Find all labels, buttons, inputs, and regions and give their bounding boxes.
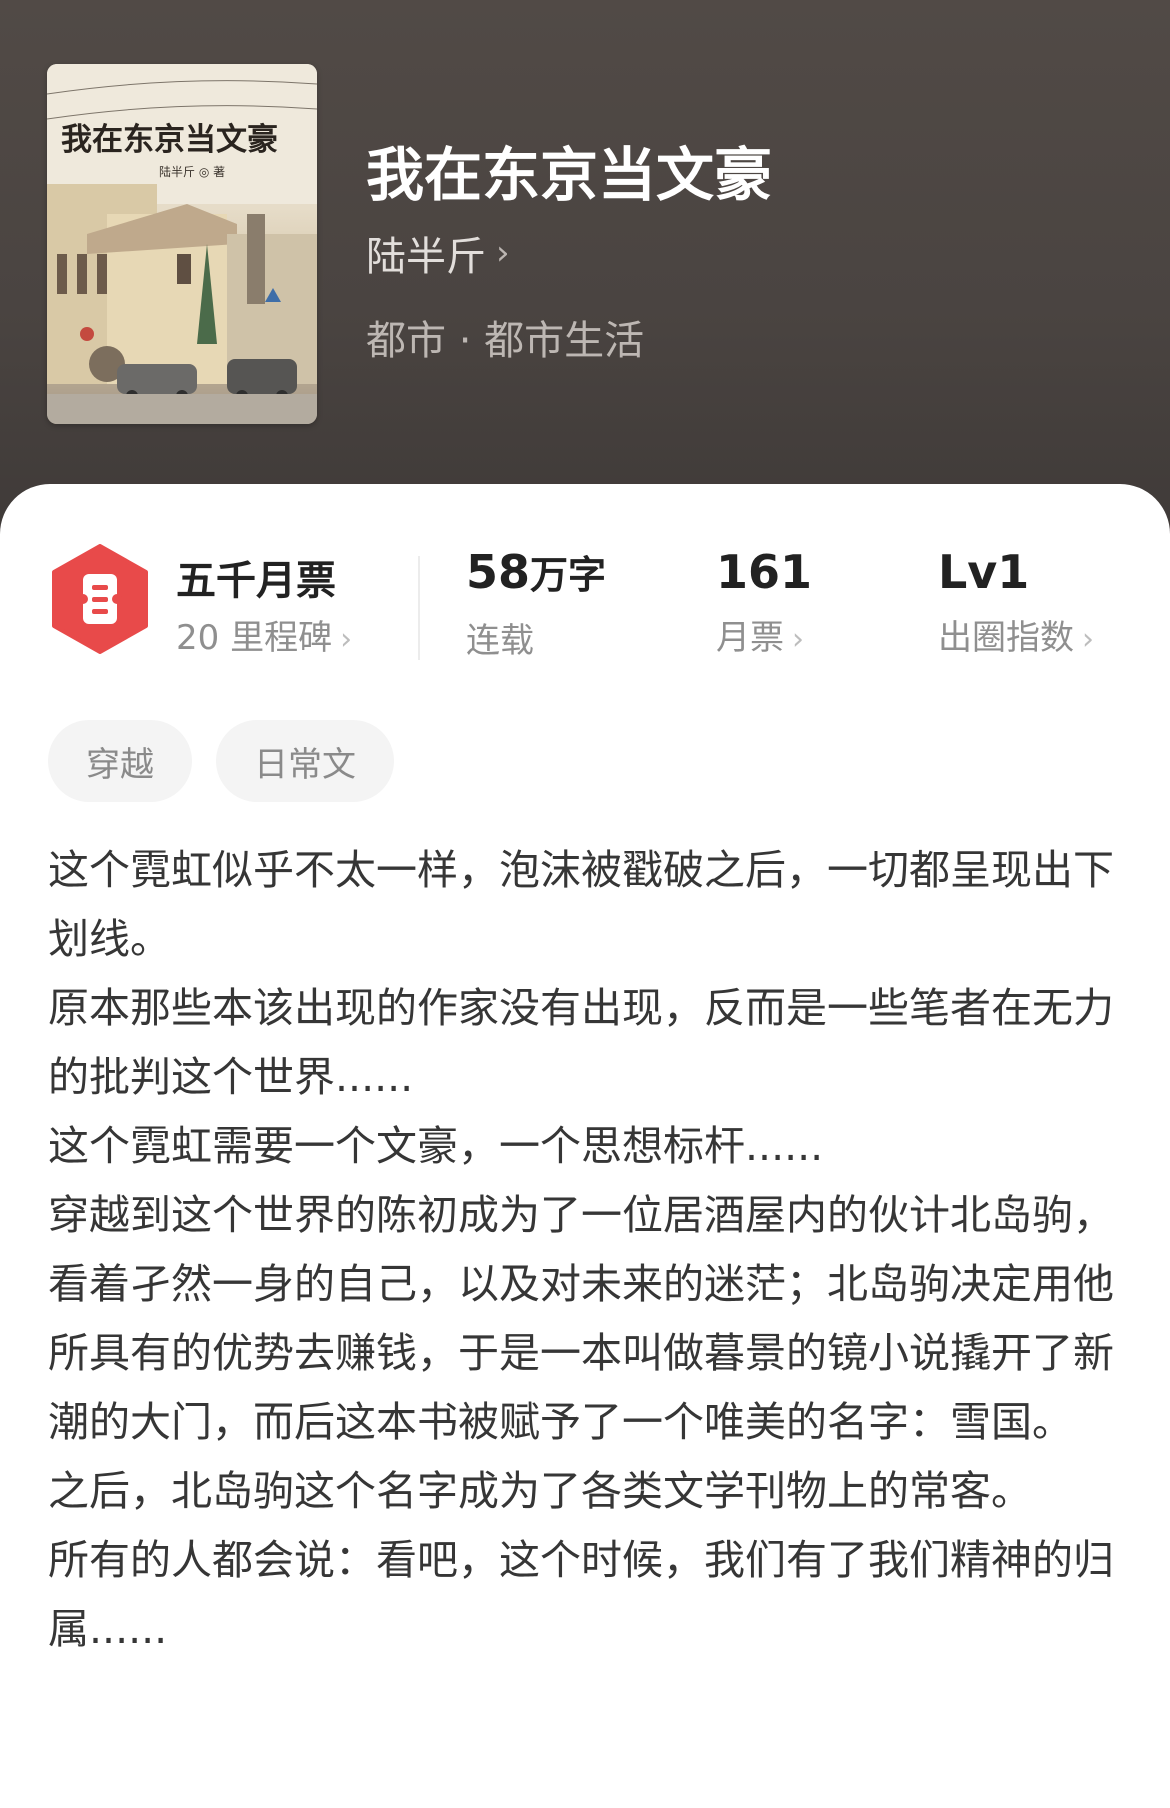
description-paragraph: 这个霓虹似乎不太一样，泡沫被戳破之后，一切都呈现出下划线。 <box>48 846 1114 963</box>
monthly-votes-label-row: 月票 › <box>716 610 812 659</box>
author-link[interactable]: 陆半斤 › <box>366 228 510 280</box>
chevron-right-icon: › <box>340 622 353 657</box>
word-count-value: 58万字 <box>466 544 606 603</box>
chevron-right-icon: › <box>496 233 510 273</box>
stats-row: 五千月票 20 里程碑 › 58万字 连载 161 月票 › Lv1 出圈指数 … <box>0 484 1170 684</box>
ticket-badge-icon[interactable] <box>50 544 150 654</box>
stats-divider <box>418 556 420 660</box>
book-detail-page: 我在东京当文豪 陆半斤 ◎ 著 我在东京当文豪 陆半斤 › 都市 · 都市生活 … <box>0 0 1170 1808</box>
book-header: 我在东京当文豪 陆半斤 ◎ 著 我在东京当文豪 陆半斤 › 都市 · 都市生活 <box>0 0 1170 560</box>
chevron-right-icon: › <box>792 622 804 657</box>
cover-author-text: 陆半斤 ◎ 著 <box>159 165 226 179</box>
monthly-votes-value: 161 <box>716 545 813 599</box>
monthly-votes-label: 月票 <box>716 618 784 658</box>
book-genre: 都市 · 都市生活 <box>366 318 645 364</box>
tag-list: 穿越 日常文 <box>48 720 394 802</box>
book-detail-sheet: 五千月票 20 里程碑 › 58万字 连载 161 月票 › Lv1 出圈指数 … <box>0 484 1170 1808</box>
milestone-link[interactable]: 20 里程碑 › <box>176 610 352 659</box>
author-name: 陆半斤 <box>366 234 486 280</box>
book-cover[interactable]: 我在东京当文豪 陆半斤 ◎ 著 <box>47 64 317 424</box>
milestone-title[interactable]: 五千月票 <box>176 548 336 606</box>
level-stat[interactable]: Lv1 出圈指数 › <box>938 544 1094 659</box>
word-count-unit: 万字 <box>530 553 607 597</box>
description-paragraph: 穿越到这个世界的陈初成为了一位居酒屋内的伙计北岛驹，看着孑然一身的自己，以及对未… <box>48 1191 1114 1446</box>
book-title: 我在东京当文豪 <box>366 141 773 209</box>
level-label: 出圈指数 <box>938 618 1074 658</box>
description-paragraph: 这个霓虹需要一个文豪，一个思想标杆...... <box>48 1122 824 1170</box>
description-paragraph: 之后，北岛驹这个名字成为了各类文学刊物上的常客。 <box>48 1467 1032 1515</box>
tag-chip[interactable]: 日常文 <box>216 720 394 802</box>
serial-status: 连载 <box>466 621 534 661</box>
monthly-votes-stat[interactable]: 161 月票 › <box>716 544 812 659</box>
chevron-right-icon: › <box>1082 622 1094 657</box>
level-label-row: 出圈指数 › <box>938 610 1094 659</box>
book-description: 这个霓虹似乎不太一样，泡沫被戳破之后，一切都呈现出下划线。 原本那些本该出现的作… <box>48 836 1128 1664</box>
word-count-stat: 58万字 连载 <box>466 544 606 662</box>
milestone-sub-label: 20 里程碑 <box>176 618 333 658</box>
cover-title-text: 我在东京当文豪 <box>61 122 278 158</box>
description-paragraph: 原本那些本该出现的作家没有出现，反而是一些笔者在无力的批判这个世界...... <box>48 984 1114 1101</box>
tag-chip[interactable]: 穿越 <box>48 720 192 802</box>
word-count-number: 58 <box>466 545 531 599</box>
level-value: Lv1 <box>938 545 1030 599</box>
description-paragraph: 所有的人都会说：看吧，这个时候，我们有了我们精神的归属...... <box>48 1536 1114 1653</box>
